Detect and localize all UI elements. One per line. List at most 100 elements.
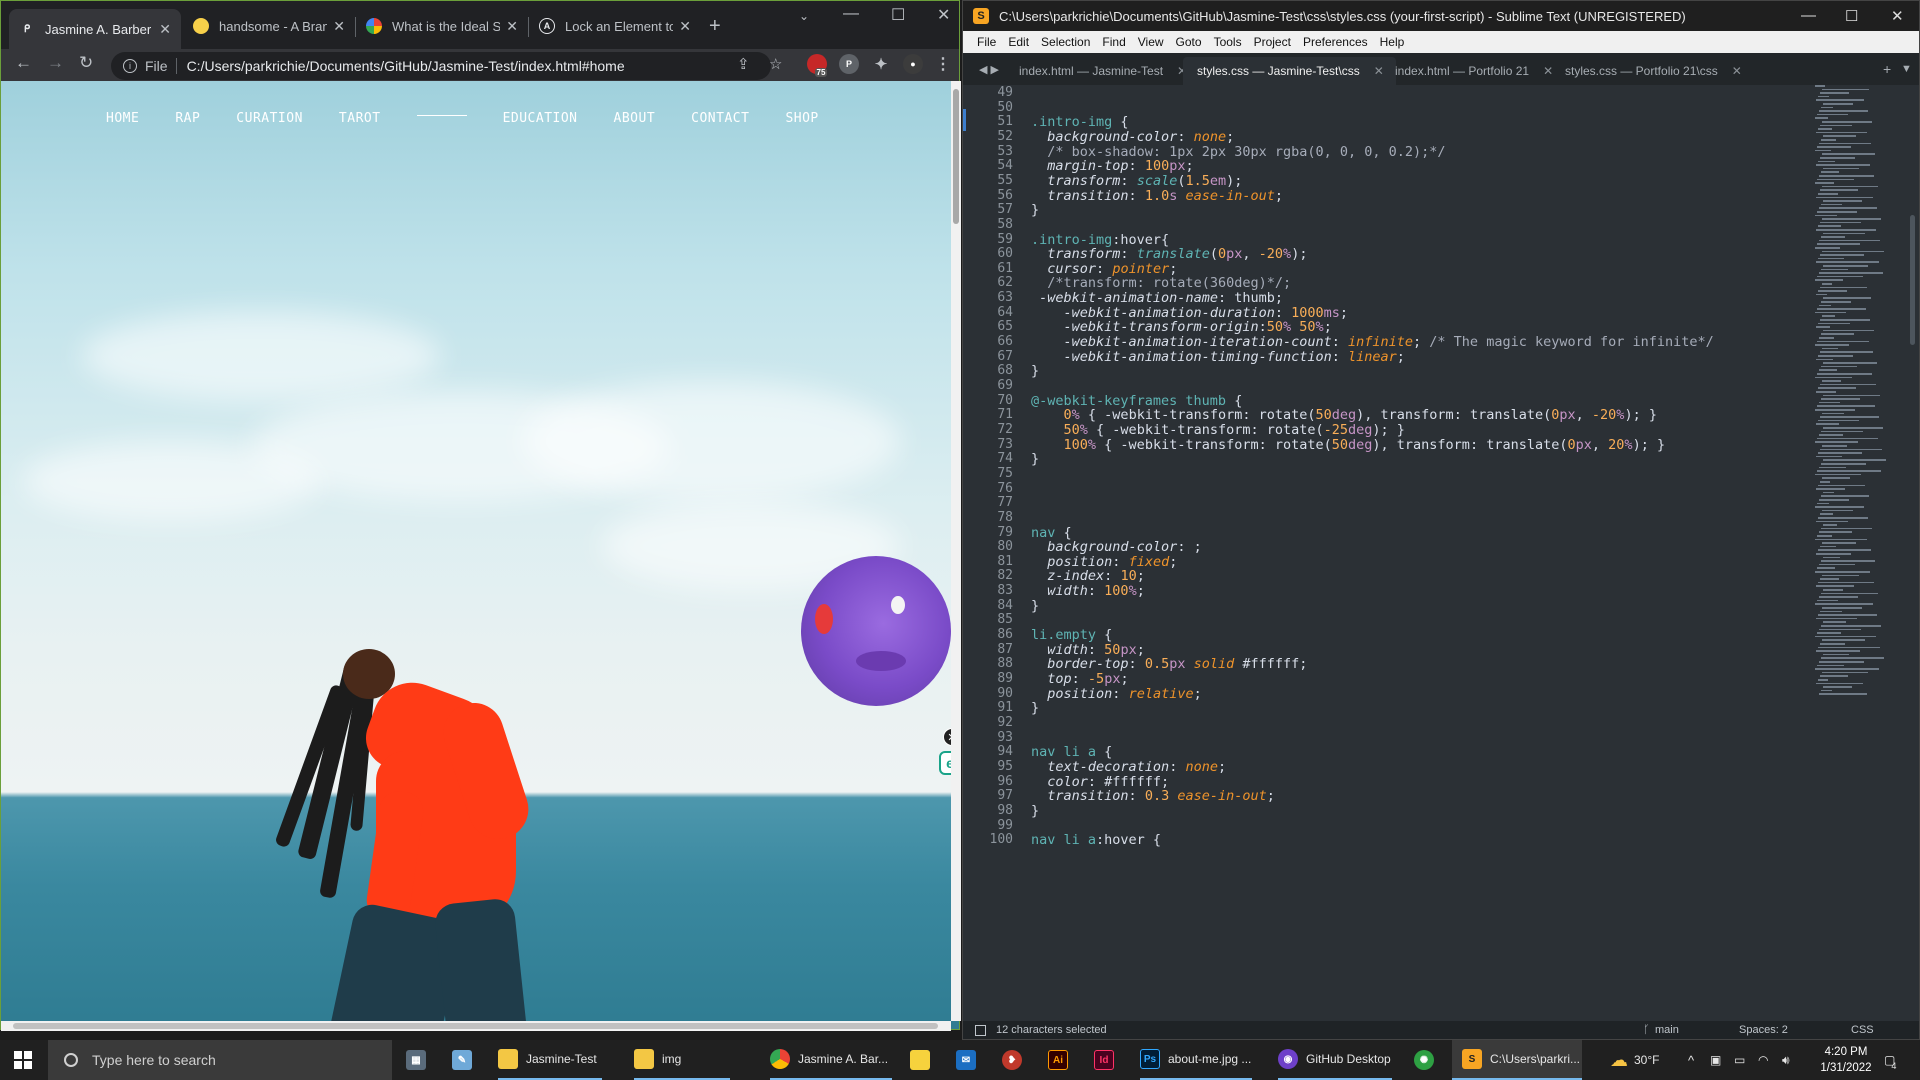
wifi-icon[interactable]: ◠ (1758, 1040, 1768, 1080)
tab-nav-arrows-icon[interactable]: ◀ ▶ (979, 63, 999, 76)
bookmark-star-icon[interactable]: ☆ (769, 55, 782, 73)
taskbar-jasmine-test-folder[interactable]: Jasmine-Test (498, 1040, 602, 1080)
adblock-icon[interactable]: 75 (807, 54, 828, 77)
new-tab-plus-icon[interactable]: + (1883, 61, 1891, 77)
git-branch[interactable]: main (1655, 1024, 1679, 1036)
nav-about[interactable]: ABOUT (614, 111, 656, 126)
pinterest-icon[interactable]: P (839, 54, 859, 74)
tab-handsome[interactable]: handsome - A Brand ✕ (183, 9, 355, 43)
nav-shop[interactable]: SHOP (785, 111, 818, 126)
forward-icon[interactable]: → (47, 53, 64, 73)
reload-icon[interactable]: ↻ (79, 53, 93, 73)
code-editor[interactable]: 49 50 51 52 53 54 55 56 57 58 59 60 61 62 63 64 65 66 67 68… (963, 85, 1919, 1021)
tab-index-portfolio[interactable]: index.html — Portfolio 21 ✕ (1381, 57, 1565, 85)
tab-index-jasmine[interactable]: index.html — Jasmine-Test✕ (1005, 57, 1199, 85)
code-line[interactable]: -webkit-animation-iteration-count: infin… (1031, 334, 1714, 350)
tab-lock[interactable]: A Lock an Element to ✕ (529, 9, 701, 43)
back-icon[interactable]: ← (15, 53, 32, 73)
nav-curation[interactable]: CURATION (236, 111, 303, 126)
code-line[interactable]: .intro-img:hover{ (1031, 232, 1169, 248)
tab-search-icon[interactable]: ⌄ (799, 9, 809, 23)
code-line[interactable]: border-top: 0.5px solid #ffffff; (1031, 656, 1307, 672)
close-tab-icon[interactable]: ✕ (506, 18, 518, 35)
indentation-status[interactable]: Spaces: 2 (1739, 1024, 1788, 1036)
share-icon[interactable]: ⇪ (737, 55, 750, 73)
battery-icon[interactable]: ▭ (1734, 1040, 1745, 1080)
menu-view[interactable]: View (1138, 35, 1164, 49)
code-line[interactable]: nav li a:hover { (1031, 832, 1161, 848)
code-line[interactable]: background-color: ; (1031, 539, 1201, 555)
taskbar-chrome[interactable]: Jasmine A. Bar... (770, 1040, 892, 1080)
close-tab-icon[interactable]: ✕ (159, 21, 171, 38)
page-vertical-scrollbar[interactable] (951, 81, 961, 1021)
code-line[interactable]: } (1031, 598, 1039, 614)
code-line[interactable]: } (1031, 363, 1039, 379)
taskbar-sublime[interactable]: S C:\Users\parkri... (1452, 1040, 1582, 1080)
chrome-menu-icon[interactable]: ⋮ (933, 54, 953, 74)
menu-find[interactable]: Find (1102, 35, 1125, 49)
code-line[interactable]: transition: 1.0s ease-in-out; (1031, 188, 1283, 204)
taskbar-github-desktop[interactable]: ◉ GitHub Desktop (1278, 1040, 1392, 1080)
code-line[interactable]: } (1031, 700, 1039, 716)
tab-dropdown-icon[interactable]: ▼ (1901, 63, 1912, 75)
page-horizontal-scrollbar[interactable] (1, 1021, 951, 1031)
close-tab-icon[interactable]: ✕ (679, 18, 691, 35)
code-line[interactable]: nav { (1031, 525, 1072, 541)
nav-education[interactable]: EDUCATION (503, 111, 578, 126)
tab-ideal[interactable]: What is the Ideal Sc ✕ (356, 9, 528, 43)
code-line[interactable]: top: -5px; (1031, 671, 1128, 687)
code-line[interactable]: transform: translate(0px, -20%); (1031, 246, 1307, 262)
code-line[interactable]: transform: scale(1.5em); (1031, 173, 1242, 189)
minimap[interactable] (1815, 85, 1905, 705)
menu-tools[interactable]: Tools (1214, 35, 1242, 49)
nav-contact[interactable]: CONTACT (691, 111, 749, 126)
code-line[interactable]: position: relative; (1031, 686, 1201, 702)
new-tab-button[interactable]: + (709, 15, 721, 38)
code-line[interactable]: li.empty { (1031, 627, 1112, 643)
taskbar-outlook[interactable]: ✉ (956, 1040, 984, 1080)
meet-now-icon[interactable]: ▣ (1710, 1040, 1721, 1080)
code-line[interactable]: 100% { -webkit-transform: rotate(50deg),… (1031, 437, 1666, 453)
taskbar-bird-app[interactable]: ❥ (1002, 1040, 1030, 1080)
taskbar-calculator[interactable]: ▦ (406, 1040, 434, 1080)
code-line[interactable]: 50% { -webkit-transform: rotate(-25deg);… (1031, 422, 1405, 438)
code-line[interactable]: } (1031, 803, 1039, 819)
maximize-icon[interactable]: ☐ (891, 5, 905, 25)
nav-rap[interactable]: RAP (175, 111, 200, 126)
close-tab-icon[interactable]: ✕ (1732, 64, 1742, 78)
code-line[interactable]: /*transform: rotate(360deg)*/; (1031, 275, 1291, 291)
volume-icon[interactable]: 🔊︎ (1782, 1040, 1790, 1080)
menu-preferences[interactable]: Preferences (1303, 35, 1368, 49)
tray-chevron-icon[interactable]: ^ (1688, 1040, 1694, 1080)
close-window-icon[interactable]: ✕ (1891, 7, 1904, 25)
taskbar-img-folder[interactable]: img (634, 1040, 730, 1080)
windows-start-icon[interactable] (14, 1051, 32, 1069)
url-text[interactable]: C:/Users/parkrichie/Documents/GitHub/Jas… (187, 58, 625, 74)
code-line[interactable]: -webkit-transform-origin:50% 50%; (1031, 319, 1332, 335)
editor-scrollbar[interactable] (1909, 85, 1917, 1021)
code-line[interactable]: width: 50px; (1031, 642, 1145, 658)
menu-edit[interactable]: Edit (1008, 35, 1029, 49)
code-line[interactable]: z-index: 10; (1031, 568, 1145, 584)
extensions-puzzle-icon[interactable]: ✦ (871, 54, 891, 74)
tab-styles-jasmine[interactable]: styles.css — Jasmine-Test\css ✕ (1183, 57, 1396, 85)
panel-toggle-icon[interactable] (975, 1024, 986, 1036)
nav-home[interactable]: HOME (106, 111, 139, 126)
taskbar-notepad[interactable]: ✎ (452, 1040, 480, 1080)
code-line[interactable]: } (1031, 202, 1039, 218)
code-line[interactable]: cursor: pointer; (1031, 261, 1177, 277)
close-tab-icon[interactable]: ✕ (333, 18, 345, 35)
code-line[interactable]: } (1031, 451, 1039, 467)
code-line[interactable]: margin-top: 100px; (1031, 158, 1193, 174)
taskbar-indesign[interactable]: Id (1094, 1040, 1122, 1080)
code-line[interactable]: .intro-img { (1031, 114, 1129, 130)
address-bar[interactable]: i File C:/Users/parkrichie/Documents/Git… (111, 52, 771, 80)
code-line[interactable]: background-color: none; (1031, 129, 1234, 145)
code-line[interactable]: -webkit-animation-name: thumb; (1031, 290, 1283, 306)
minimize-icon[interactable]: — (843, 5, 859, 23)
profile-avatar[interactable]: ● (903, 54, 923, 74)
taskbar-photoshop[interactable]: Ps about-me.jpg ... (1140, 1040, 1252, 1080)
menu-project[interactable]: Project (1254, 35, 1291, 49)
tab-styles-portfolio[interactable]: styles.css — Portfolio 21\css ✕ (1551, 57, 1754, 85)
code-line[interactable]: /* box-shadow: 1px 2px 30px rgba(0, 0, 0… (1031, 144, 1445, 160)
